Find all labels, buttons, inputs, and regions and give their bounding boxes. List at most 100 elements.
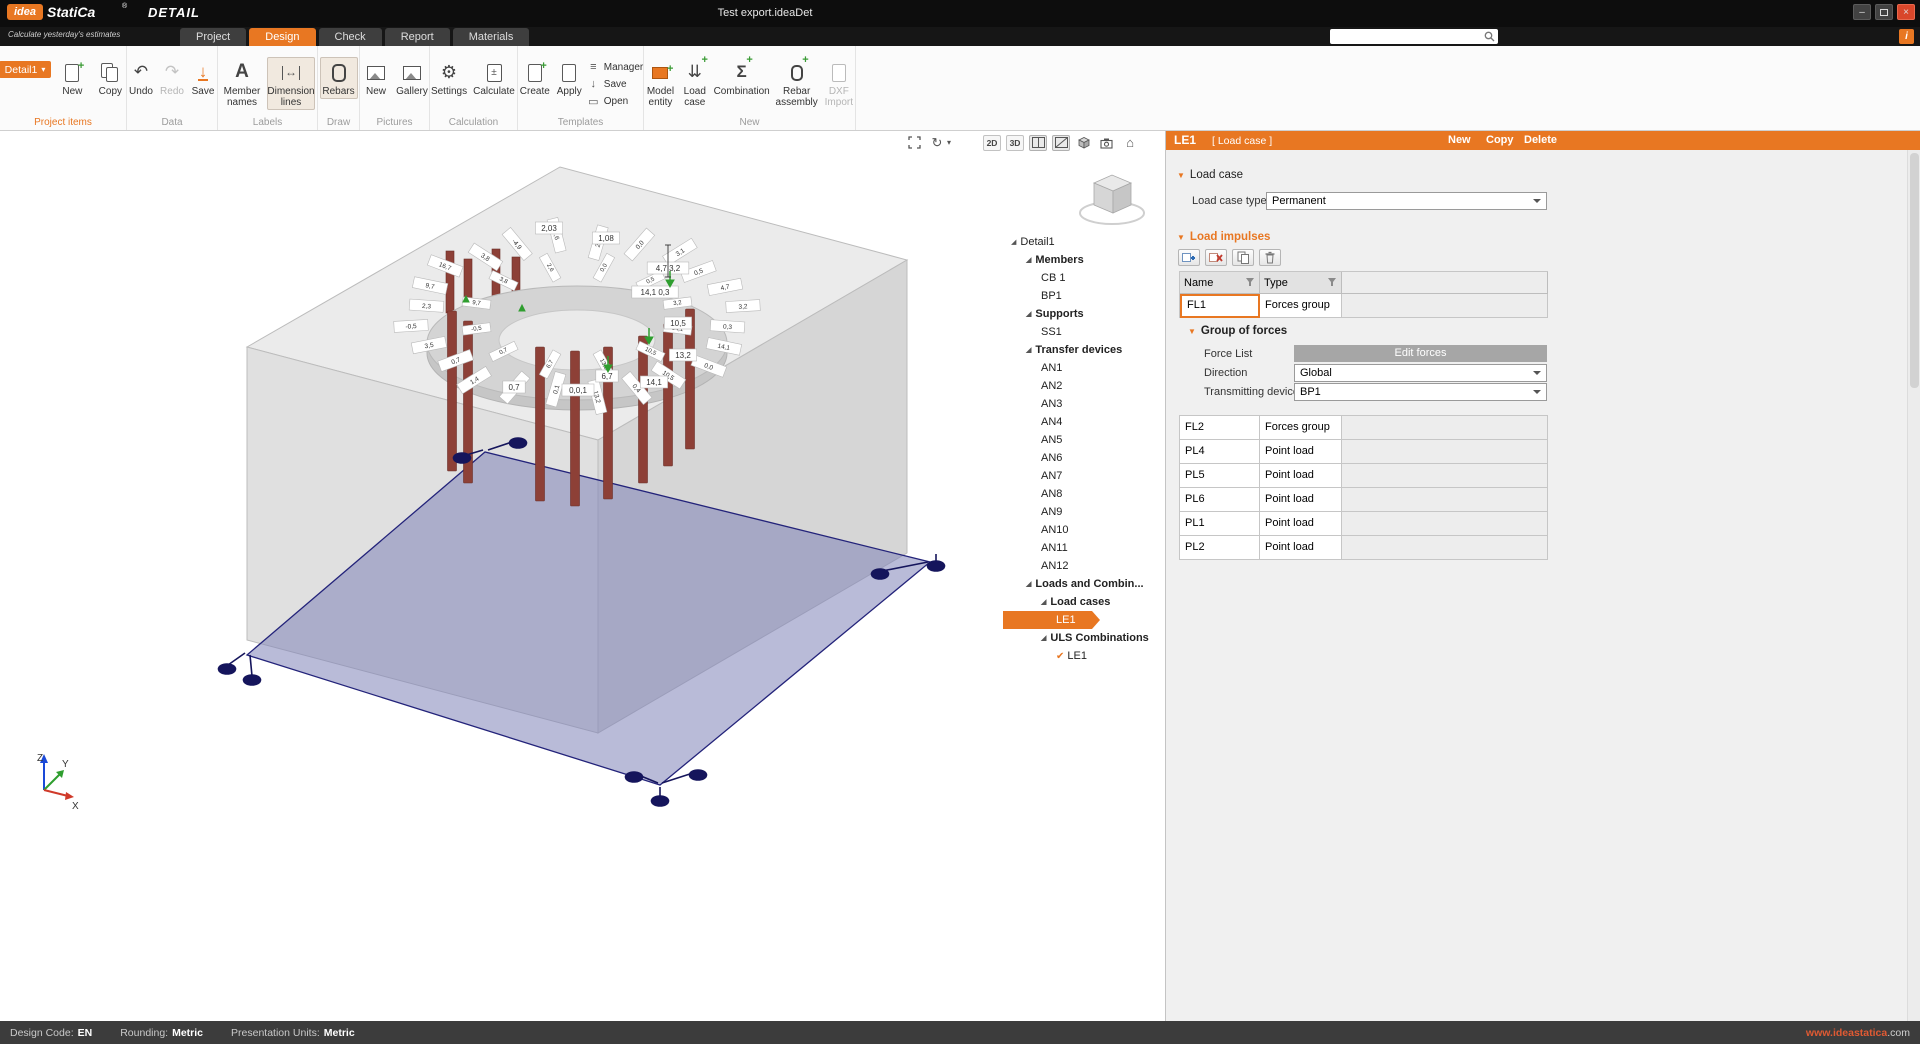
tree-item-ss1[interactable]: SS1	[1003, 323, 1163, 341]
tree-expander-icon[interactable]: ◢	[1041, 598, 1046, 606]
tree-item-an8[interactable]: AN8	[1003, 485, 1163, 503]
load-case-button[interactable]: ⇊+ Load case	[680, 57, 710, 110]
load-case-type-select[interactable]: Permanent	[1266, 192, 1547, 210]
tree-expander-icon[interactable]: ◢	[1026, 310, 1031, 318]
fit-view-button[interactable]	[905, 135, 923, 151]
tree-item-an2[interactable]: AN2	[1003, 377, 1163, 395]
loadcase-new-button[interactable]: New	[1448, 134, 1471, 146]
edit-forces-button[interactable]: Edit forces	[1294, 345, 1547, 362]
settings-button[interactable]: ⚙ Settings	[430, 57, 468, 99]
copy-project-item-button[interactable]: Copy	[93, 57, 127, 99]
properties-scrollbar[interactable]	[1907, 150, 1920, 1021]
tree-item-an1[interactable]: AN1	[1003, 359, 1163, 377]
transmitting-device-select[interactable]: BP1	[1294, 383, 1547, 401]
template-save-button[interactable]: ↓ Save	[587, 76, 643, 92]
column-header-type[interactable]: Type	[1260, 272, 1342, 294]
tab-design[interactable]: Design	[249, 28, 315, 46]
load-case-section-header[interactable]: ▼ Load case	[1177, 169, 1243, 181]
tree-expander-icon[interactable]: ◢	[1026, 256, 1031, 264]
rotate-view-button[interactable]: ↻	[928, 135, 946, 151]
impulse-add-button[interactable]	[1178, 249, 1200, 266]
minimize-button[interactable]: –	[1853, 4, 1871, 20]
tree-item-le1[interactable]: LE1	[1003, 611, 1100, 629]
search-input[interactable]	[1330, 29, 1498, 44]
picture-new-button[interactable]: + New	[360, 57, 392, 99]
impulse-row-pl2[interactable]: PL2Point load	[1180, 536, 1548, 560]
impulse-row-pl4[interactable]: PL4Point load	[1180, 440, 1548, 464]
template-create-button[interactable]: + Create	[518, 57, 552, 99]
render-mode-button[interactable]	[1098, 135, 1116, 151]
tree-item-an6[interactable]: AN6	[1003, 449, 1163, 467]
tab-project[interactable]: Project	[180, 28, 246, 46]
tab-materials[interactable]: Materials	[453, 28, 530, 46]
member-names-button[interactable]: A Member names	[220, 57, 264, 110]
tree-item-an12[interactable]: AN12	[1003, 557, 1163, 575]
template-manager-button[interactable]: ≡ Manager	[587, 59, 643, 75]
view-2d-button[interactable]: 2D	[983, 135, 1001, 151]
direction-select[interactable]: Global	[1294, 364, 1547, 382]
dimension-lines-button[interactable]: ↔ Dimension lines	[267, 57, 315, 110]
tree-item-supports[interactable]: ◢Supports	[1003, 305, 1163, 323]
impulse-row-fl1[interactable]: FL1Forces group	[1180, 294, 1548, 318]
view-split-button[interactable]	[1029, 135, 1047, 151]
tree-item-an9[interactable]: AN9	[1003, 503, 1163, 521]
dxf-import-button[interactable]: DXF Import	[823, 57, 855, 110]
cube-view-button[interactable]	[1075, 135, 1093, 151]
calculate-button[interactable]: ± Calculate	[471, 57, 517, 99]
combination-button[interactable]: Σ+ Combination	[713, 57, 771, 99]
rebars-button[interactable]: Rebars	[320, 57, 358, 99]
tree-expander-icon[interactable]: ◢	[1026, 346, 1031, 354]
tree-item-loads-and-combin-[interactable]: ◢Loads and Combin...	[1003, 575, 1163, 593]
tree-item-an4[interactable]: AN4	[1003, 413, 1163, 431]
navigation-cube[interactable]	[1080, 175, 1144, 224]
impulse-copy-button[interactable]	[1232, 249, 1254, 266]
tree-item-detail1[interactable]: ◢Detail1	[1003, 233, 1163, 251]
tree-item-uls-combinations[interactable]: ◢ULS Combinations	[1003, 629, 1163, 647]
detail-selector-button[interactable]: Detail1 ▾	[0, 61, 51, 78]
template-open-button[interactable]: ▭ Open	[587, 93, 643, 109]
tree-item-cb-1[interactable]: CB 1	[1003, 269, 1163, 287]
new-project-item-button[interactable]: + New	[55, 57, 89, 99]
scrollbar-thumb[interactable]	[1910, 153, 1919, 388]
rebar-assembly-button[interactable]: + Rebar assembly	[774, 57, 820, 110]
loadcase-delete-button[interactable]: Delete	[1524, 134, 1557, 146]
loadcase-copy-button[interactable]: Copy	[1486, 134, 1514, 146]
tab-report[interactable]: Report	[385, 28, 450, 46]
impulse-row-pl5[interactable]: PL5Point load	[1180, 464, 1548, 488]
impulse-row-fl2[interactable]: FL2Forces group	[1180, 416, 1548, 440]
load-impulses-section-header[interactable]: ▼ Load impulses	[1177, 231, 1270, 243]
tree-item-an3[interactable]: AN3	[1003, 395, 1163, 413]
impulse-trash-button[interactable]	[1259, 249, 1281, 266]
model-entity-button[interactable]: + Model entity	[644, 57, 677, 110]
tree-item-an5[interactable]: AN5	[1003, 431, 1163, 449]
close-button[interactable]: ×	[1897, 4, 1915, 20]
tree-item-load-cases[interactable]: ◢Load cases	[1003, 593, 1163, 611]
viewport-3d[interactable]: 2,10,03,10,54,73,20,314,10,010,50,413,20…	[0, 131, 1165, 1021]
tree-expander-icon[interactable]: ◢	[1011, 238, 1016, 246]
view-3d-button[interactable]: 3D	[1006, 135, 1024, 151]
tab-check[interactable]: Check	[319, 28, 382, 46]
tree-expander-icon[interactable]: ◢	[1026, 580, 1031, 588]
chevron-down-icon[interactable]: ▾	[947, 138, 951, 147]
tree-item-bp1[interactable]: BP1	[1003, 287, 1163, 305]
group-of-forces-section-header[interactable]: ▼ Group of forces	[1188, 325, 1287, 337]
tree-expander-icon[interactable]: ◢	[1041, 634, 1046, 642]
impulse-delete-button[interactable]	[1205, 249, 1227, 266]
gallery-button[interactable]: Gallery	[395, 57, 429, 99]
tree-item-members[interactable]: ◢Members	[1003, 251, 1163, 269]
tree-item-transfer-devices[interactable]: ◢Transfer devices	[1003, 341, 1163, 359]
undo-button[interactable]: ↶ Undo	[127, 57, 155, 99]
tree-item-an11[interactable]: AN11	[1003, 539, 1163, 557]
tree-item-an10[interactable]: AN10	[1003, 521, 1163, 539]
tree-item-le1[interactable]: ✔LE1	[1003, 647, 1163, 665]
impulse-row-pl6[interactable]: PL6Point load	[1180, 488, 1548, 512]
website-link[interactable]: www.ideastatica.com	[1806, 1027, 1910, 1039]
maximize-button[interactable]	[1875, 4, 1893, 20]
impulse-row-pl1[interactable]: PL1Point load	[1180, 512, 1548, 536]
save-button[interactable]: ↓ Save	[189, 57, 217, 99]
view-axo-button[interactable]	[1052, 135, 1070, 151]
info-button[interactable]: i	[1899, 29, 1914, 44]
template-apply-button[interactable]: Apply	[555, 57, 584, 99]
tree-item-an7[interactable]: AN7	[1003, 467, 1163, 485]
column-header-name[interactable]: Name	[1180, 272, 1260, 294]
